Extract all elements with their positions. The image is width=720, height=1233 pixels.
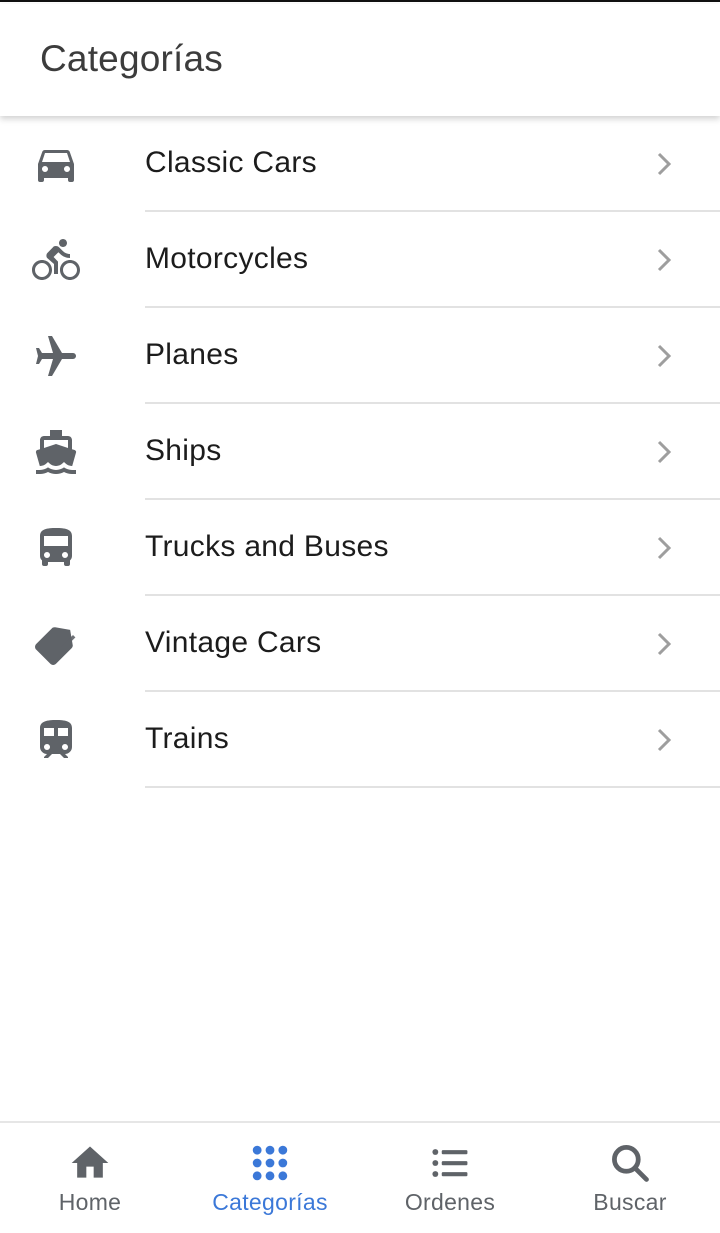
train-icon [30,714,82,766]
category-label: Classic Cars [145,146,317,179]
chevron-right-icon [648,148,680,180]
nav-label: Home [58,1189,122,1215]
chevron-right-icon [648,340,680,372]
nav-item-home[interactable]: Home [0,1123,180,1233]
nav-label: Ordenes [404,1189,496,1215]
page-title: Categorías [40,38,223,79]
category-row-ships[interactable]: Ships [0,404,720,500]
tag-icon [30,618,82,670]
category-label: Vintage Cars [145,626,322,659]
category-row-trucks-and-buses[interactable]: Trucks and Buses [0,500,720,596]
app-screen: Categorías Classic Cars Motorcycles Plan… [0,0,720,1233]
category-label: Trucks and Buses [145,530,389,563]
nav-item-categorias[interactable]: Categorías [180,1123,360,1233]
car-icon [30,138,82,190]
ship-icon [30,426,82,478]
category-label: Ships [145,434,222,467]
chevron-right-icon [648,436,680,468]
category-label: Motorcycles [145,242,309,275]
home-icon [68,1141,112,1185]
bus-icon [30,522,82,574]
category-label: Trains [145,722,230,755]
chevron-right-icon [648,244,680,276]
divider [145,786,720,788]
nav-item-buscar[interactable]: Buscar [540,1123,720,1233]
plane-icon [30,330,82,382]
chevron-right-icon [648,724,680,756]
nav-label: Categorías [212,1189,328,1215]
bottom-navigation: Home Categorías Ordenes Buscar [0,1121,720,1233]
category-label: Planes [145,338,239,371]
chevron-right-icon [648,532,680,564]
search-icon [608,1141,652,1185]
category-row-planes[interactable]: Planes [0,308,720,404]
nav-item-ordenes[interactable]: Ordenes [360,1123,540,1233]
chevron-right-icon [648,628,680,660]
bike-icon [30,234,82,286]
list-icon [428,1141,472,1185]
app-bar: Categorías [0,4,720,116]
category-row-vintage-cars[interactable]: Vintage Cars [0,596,720,692]
nav-label: Buscar [593,1189,667,1215]
grid-icon [248,1141,292,1185]
category-row-motorcycles[interactable]: Motorcycles [0,212,720,308]
category-row-classic-cars[interactable]: Classic Cars [0,116,720,212]
category-list: Classic Cars Motorcycles Planes Ships Tr… [0,116,720,788]
category-row-trains[interactable]: Trains [0,692,720,788]
